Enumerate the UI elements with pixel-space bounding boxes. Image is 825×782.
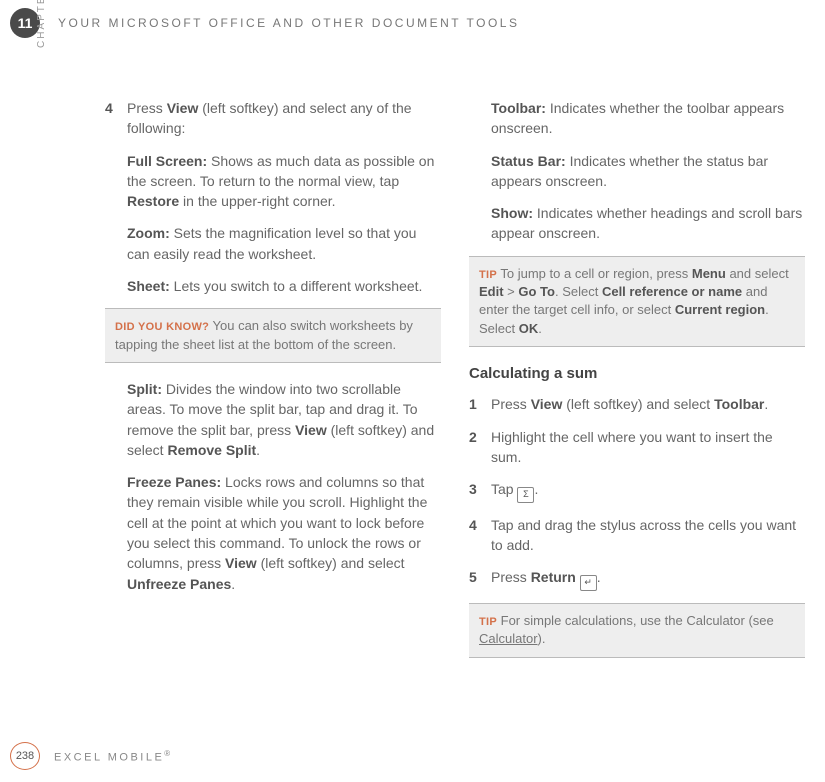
right-column: Toolbar: Indicates whether the toolbar a… — [469, 98, 805, 674]
text: (left softkey) and select — [562, 396, 714, 412]
text: For simple calculations, use the Calcula… — [497, 613, 774, 628]
footer-title: EXCEL MOBILE® — [54, 749, 173, 764]
subheading-calc: Calculating a sum — [469, 363, 805, 385]
text: Tap — [491, 481, 517, 497]
step-number: 4 — [469, 515, 491, 556]
registered-mark: ® — [164, 749, 172, 758]
page-number-badge: 238 — [10, 742, 40, 770]
option-fullscreen: Full Screen: Shows as much data as possi… — [105, 151, 441, 212]
option-split: Split: Divides the window into two scrol… — [105, 379, 441, 460]
did-you-know-box: DID YOU KNOW? You can also switch worksh… — [105, 308, 441, 363]
bold-return: Return — [531, 569, 576, 585]
step-text: Tap and drag the stylus across the cells… — [491, 515, 805, 556]
text: . — [534, 481, 538, 497]
text: To jump to a cell or region, press — [497, 266, 692, 281]
text: . — [538, 321, 542, 336]
header-title: YOUR MICROSOFT OFFICE AND OTHER DOCUMENT… — [58, 16, 519, 30]
option-label: Show: — [491, 205, 533, 221]
text: Indicates whether headings and scroll ba… — [491, 205, 802, 241]
text: Lets you switch to a different worksheet… — [170, 278, 423, 294]
sum-icon: Σ — [517, 487, 534, 503]
bold-remove-split: Remove Split — [167, 442, 256, 458]
calc-step-4: 4 Tap and drag the stylus across the cel… — [469, 515, 805, 556]
calc-step-1: 1 Press View (left softkey) and select T… — [469, 394, 805, 414]
step-number: 3 — [469, 479, 491, 503]
option-sheet: Sheet: Lets you switch to a different wo… — [105, 276, 441, 296]
tip-box-goto: TIP To jump to a cell or region, press M… — [469, 256, 805, 347]
tip-label: TIP — [479, 269, 497, 281]
option-label: Sheet: — [127, 278, 170, 294]
text: Press — [127, 100, 167, 116]
bold-view: View — [225, 555, 257, 571]
bold-unfreeze: Unfreeze Panes — [127, 576, 231, 592]
text: in the upper-right corner. — [179, 193, 335, 209]
step-number: 5 — [469, 567, 491, 591]
bold-cellref: Cell reference or name — [602, 284, 742, 299]
calc-step-2: 2 Highlight the cell where you want to i… — [469, 427, 805, 468]
bold-toolbar: Toolbar — [714, 396, 764, 412]
text: Sets the magnification level so that you… — [127, 225, 416, 261]
bold-view: View — [167, 100, 199, 116]
text: Press — [491, 396, 531, 412]
step-text: Highlight the cell where you want to ins… — [491, 427, 805, 468]
tip-label: TIP — [479, 616, 497, 628]
footer-text: EXCEL MOBILE — [54, 751, 164, 763]
calc-step-3: 3 Tap Σ. — [469, 479, 805, 503]
link-calculator: Calculator — [479, 631, 538, 646]
calc-step-5: 5 Press Return ↵. — [469, 567, 805, 591]
dyk-label: DID YOU KNOW? — [115, 321, 209, 333]
body-columns: 4 Press View (left softkey) and select a… — [0, 38, 825, 674]
bold-current-region: Current region — [675, 302, 765, 317]
text: . — [231, 576, 235, 592]
option-label: Zoom: — [127, 225, 170, 241]
page-footer: 238 EXCEL MOBILE® — [10, 742, 173, 770]
bold-goto: Go To — [518, 284, 555, 299]
left-column: 4 Press View (left softkey) and select a… — [105, 98, 441, 674]
tip-box-calculator: TIP For simple calculations, use the Cal… — [469, 603, 805, 658]
option-statusbar: Status Bar: Indicates whether the status… — [469, 151, 805, 192]
step-number: 2 — [469, 427, 491, 468]
option-zoom: Zoom: Sets the magnification level so th… — [105, 223, 441, 264]
bold-edit: Edit — [479, 284, 504, 299]
bold-ok: OK — [519, 321, 539, 336]
chapter-side-label: CHAPTER — [36, 0, 47, 48]
text: . — [597, 569, 601, 585]
step-number: 4 — [105, 98, 127, 139]
step-text: Press View (left softkey) and select Too… — [491, 394, 805, 414]
text: ). — [538, 631, 546, 646]
text: . — [256, 442, 260, 458]
step-number: 1 — [469, 394, 491, 414]
bold-restore: Restore — [127, 193, 179, 209]
bold-view: View — [295, 422, 327, 438]
option-label: Toolbar: — [491, 100, 546, 116]
option-label: Full Screen: — [127, 153, 207, 169]
option-label: Split: — [127, 381, 162, 397]
step-text: Press View (left softkey) and select any… — [127, 98, 441, 139]
bold-view: View — [531, 396, 563, 412]
text: and select — [726, 266, 789, 281]
text: > — [504, 284, 519, 299]
text: . Select — [555, 284, 602, 299]
option-toolbar: Toolbar: Indicates whether the toolbar a… — [469, 98, 805, 139]
option-show: Show: Indicates whether headings and scr… — [469, 203, 805, 244]
page-header: 11 YOUR MICROSOFT OFFICE AND OTHER DOCUM… — [0, 0, 825, 38]
step-4: 4 Press View (left softkey) and select a… — [105, 98, 441, 139]
option-label: Freeze Panes: — [127, 474, 221, 490]
option-label: Status Bar: — [491, 153, 566, 169]
step-text: Tap Σ. — [491, 479, 805, 503]
return-icon: ↵ — [580, 575, 597, 591]
text: Press — [491, 569, 531, 585]
text: . — [764, 396, 768, 412]
bold-menu: Menu — [692, 266, 726, 281]
text: (left softkey) and select — [257, 555, 405, 571]
option-freeze: Freeze Panes: Locks rows and columns so … — [105, 472, 441, 594]
step-text: Press Return ↵. — [491, 567, 805, 591]
